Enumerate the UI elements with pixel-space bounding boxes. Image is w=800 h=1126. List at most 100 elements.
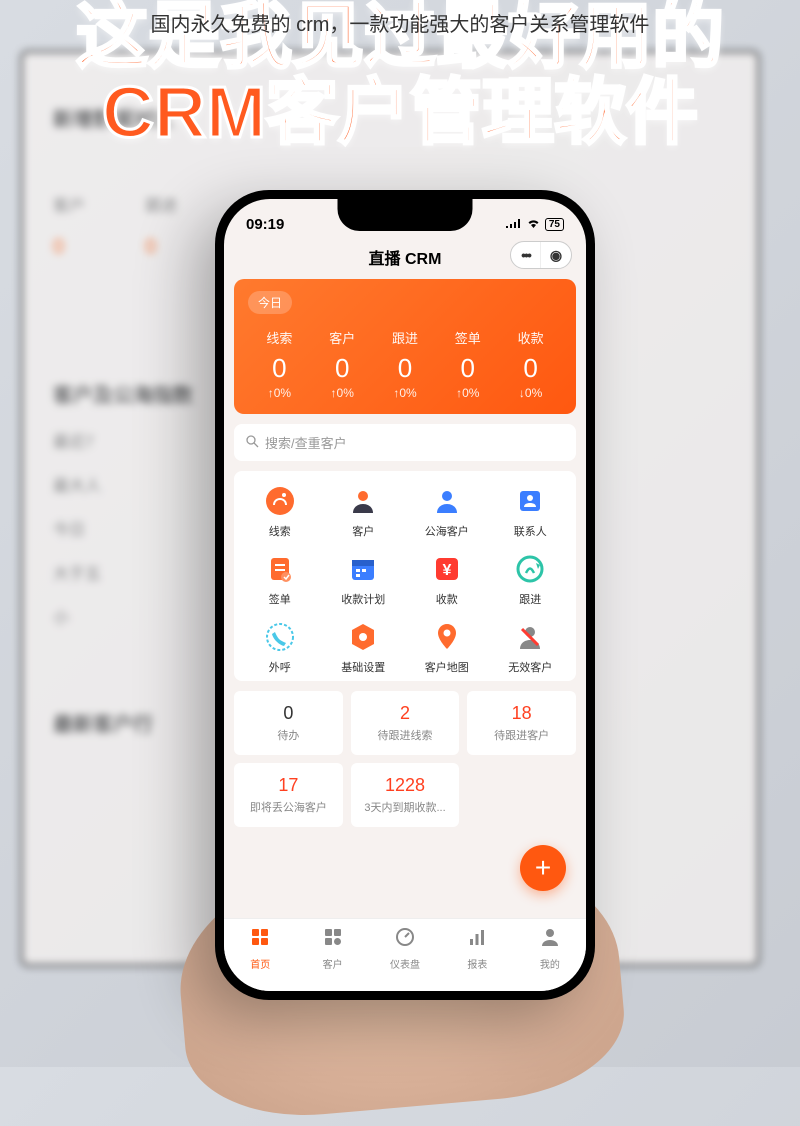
- followup-icon: [514, 553, 546, 585]
- metric-value: 0: [374, 353, 437, 384]
- icon-label: 签单: [269, 591, 291, 607]
- stat-number: 1228: [357, 775, 454, 796]
- tab-label: 仪表盘: [390, 956, 420, 971]
- icon-label: 公海客户: [425, 523, 469, 539]
- today-badge: 今日: [248, 291, 292, 314]
- metric-0[interactable]: 线索 0 ↑0%: [248, 328, 311, 400]
- tab-label: 报表: [467, 956, 487, 971]
- stat-label: 3天内到期收款...: [357, 799, 454, 815]
- lead-icon: [264, 485, 296, 517]
- stat-card-4[interactable]: 1228 3天内到期收款...: [351, 763, 460, 827]
- stat-card-2[interactable]: 18 待跟进客户: [467, 691, 576, 755]
- metric-change: ↑0%: [436, 386, 499, 400]
- metric-label: 跟进: [374, 328, 437, 347]
- icon-label: 线索: [269, 523, 291, 539]
- svg-text:¥: ¥: [442, 562, 451, 579]
- stat-card-3[interactable]: 17 即将丢公海客户: [234, 763, 343, 827]
- miniprogram-capsule[interactable]: ••• ◉: [510, 241, 572, 269]
- metric-label: 签单: [436, 328, 499, 347]
- outcall-icon: [264, 621, 296, 653]
- tab-label: 我的: [540, 956, 560, 971]
- order-entry[interactable]: 签单: [238, 553, 322, 607]
- contact-icon: [514, 485, 546, 517]
- payment-plan-icon: [347, 553, 379, 585]
- icon-label: 跟进: [519, 591, 541, 607]
- metric-value: 0: [248, 353, 311, 384]
- stat-card-0[interactable]: 0待办: [234, 691, 343, 755]
- stat-number: 2: [357, 703, 454, 724]
- stat-number: 0: [240, 703, 337, 724]
- metric-1[interactable]: 客户0↑0%: [311, 328, 374, 400]
- battery-icon: 75: [545, 218, 564, 231]
- tab-dashboard-icon: [395, 927, 415, 953]
- settings-entry[interactable]: 基础设置: [322, 621, 406, 675]
- customer-entry[interactable]: 客户: [322, 485, 406, 539]
- metric-value: 0: [311, 353, 374, 384]
- icon-label: 客户: [352, 523, 374, 539]
- pool-customer-entry[interactable]: 公海客户: [405, 485, 489, 539]
- status-time: 09:19: [246, 216, 284, 233]
- map-entry[interactable]: 客户地图: [405, 621, 489, 675]
- add-button[interactable]: +: [520, 845, 566, 891]
- metric-value: 0: [436, 353, 499, 384]
- payment-plan-entry[interactable]: 收款计划: [322, 553, 406, 607]
- metric-change: ↓0%: [499, 386, 562, 400]
- phone-mockup: 09:19 75 直播 CRM ••• ◉ 今日 线索0↑0%客户0↑0%跟进0…: [215, 190, 595, 1000]
- tab-label: 客户: [323, 956, 343, 971]
- icon-label: 外呼: [269, 659, 291, 675]
- stat-number: 17: [240, 775, 337, 796]
- invalid-customer-icon: [514, 621, 546, 653]
- payment-icon: ¥: [431, 553, 463, 585]
- signal-icon: [506, 217, 522, 231]
- settings-icon: [347, 621, 379, 653]
- metric-label: 客户: [311, 328, 374, 347]
- icon-label: 无效客户: [508, 659, 552, 675]
- tab-customer-icon: [323, 927, 343, 953]
- invalid-customer-entry[interactable]: 无效客户: [489, 621, 573, 675]
- search-input[interactable]: 搜索/查重客户: [234, 424, 576, 461]
- metric-label: 线索: [248, 328, 311, 347]
- metric-4[interactable]: 收款 0 ↓0%: [499, 328, 562, 400]
- map-icon: [431, 621, 463, 653]
- stat-number: 18: [473, 703, 570, 724]
- tab-bar: 首页 客户 仪表盘 报表 我的: [224, 918, 586, 991]
- icon-label: 收款: [436, 591, 458, 607]
- tab-report-icon: [467, 927, 487, 953]
- stat-label: 待跟进线索: [357, 727, 454, 743]
- stat-label: 即将丢公海客户: [240, 799, 337, 815]
- metric-change: ↑0%: [248, 386, 311, 400]
- tab-home[interactable]: 首页: [224, 927, 296, 971]
- plus-icon: +: [535, 852, 551, 884]
- phone-notch: [338, 199, 473, 231]
- icon-label: 收款计划: [341, 591, 385, 607]
- lead-entry[interactable]: 线索: [238, 485, 322, 539]
- tab-dashboard[interactable]: 仪表盘: [369, 927, 441, 971]
- payment-entry[interactable]: ¥ 收款: [405, 553, 489, 607]
- today-summary-panel: 今日 线索0↑0%客户0↑0%跟进0↑0%签单0↑0%收款0↓0%: [234, 279, 576, 414]
- contact-entry[interactable]: 联系人: [489, 485, 573, 539]
- order-icon: [264, 553, 296, 585]
- metric-2[interactable]: 跟进 0 ↑0%: [374, 328, 437, 400]
- more-icon[interactable]: •••: [511, 242, 541, 268]
- page-caption: 国内永久免费的 crm，一款功能强大的客户关系管理软件: [0, 8, 800, 37]
- metric-change: ↑0%: [374, 386, 437, 400]
- tab-mine-icon: [540, 927, 560, 953]
- icon-label: 基础设置: [341, 659, 385, 675]
- wifi-icon: [526, 217, 541, 231]
- app-title: 直播 CRM: [369, 245, 442, 269]
- stat-card-1[interactable]: 2 待跟进线索: [351, 691, 460, 755]
- close-circle-icon[interactable]: ◉: [541, 242, 571, 268]
- tab-label: 首页: [250, 956, 270, 971]
- tab-report[interactable]: 报表: [441, 927, 513, 971]
- metric-value: 0: [499, 353, 562, 384]
- stat-label: 待跟进客户: [473, 727, 570, 743]
- metric-3[interactable]: 签单 0 ↑0%: [436, 328, 499, 400]
- customer-icon: [347, 485, 379, 517]
- tab-customer[interactable]: 客户: [296, 927, 368, 971]
- function-grid: 线索 客户 公海客户 联系人签单 收款计划 ¥ 收款 跟进外呼 基础设置 客户地图无效客户: [234, 471, 576, 681]
- metric-label: 收款: [499, 328, 562, 347]
- tab-home-icon: [250, 927, 270, 953]
- outcall-entry[interactable]: 外呼: [238, 621, 322, 675]
- tab-mine[interactable]: 我的: [514, 927, 586, 971]
- followup-entry[interactable]: 跟进: [489, 553, 573, 607]
